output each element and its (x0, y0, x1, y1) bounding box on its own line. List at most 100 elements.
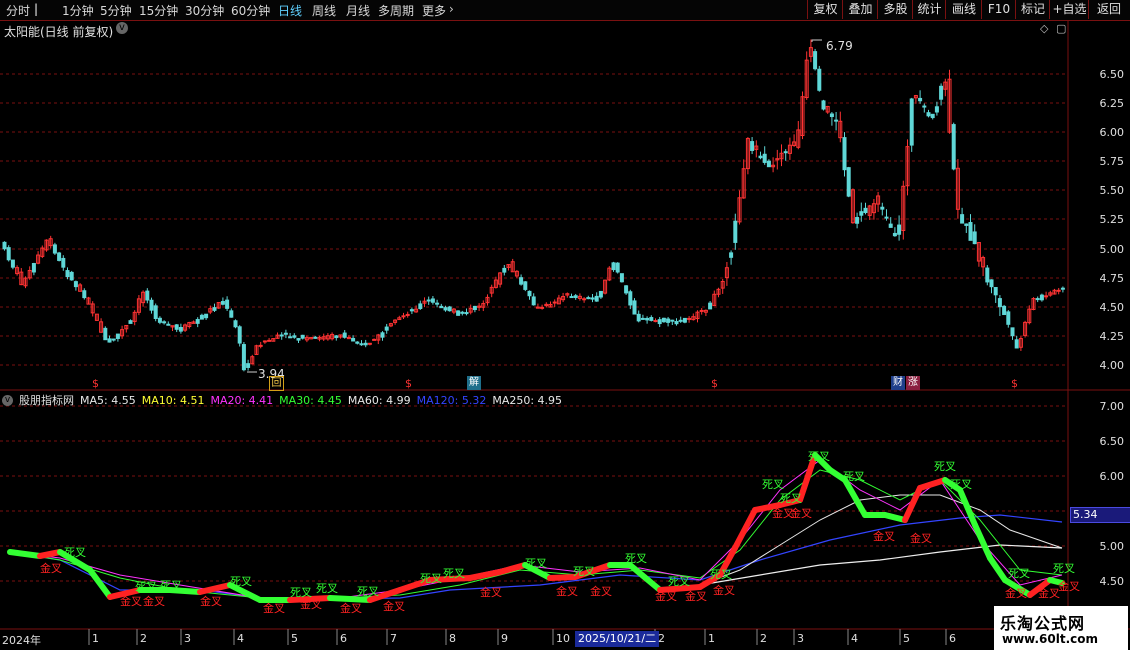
candle-body (682, 317, 687, 323)
golden-cross-label: 金叉 (200, 594, 222, 608)
candle-body (409, 309, 414, 312)
death-cross-label: 死叉 (573, 565, 595, 578)
indicator-name[interactable]: 股朋指标网 (19, 392, 74, 408)
candle-body (624, 285, 629, 294)
golden-cross-label: 金叉 (873, 529, 895, 543)
cursor-date: 2025/10/21/二 (575, 631, 660, 647)
candle-body (464, 312, 469, 315)
month-label: 5 (903, 632, 910, 645)
candle-body (708, 302, 713, 310)
candle-body (590, 297, 595, 300)
candle-body (233, 320, 238, 328)
price-tick: 5.50 (1099, 184, 1125, 197)
candle-body (283, 332, 288, 335)
death-cross-label: 死叉 (1053, 562, 1075, 575)
candle-body (204, 313, 209, 319)
dividend-marker[interactable]: $ (711, 377, 718, 390)
candle-body (195, 319, 200, 324)
price-tick: 4.00 (1099, 359, 1125, 372)
candle-body (279, 334, 284, 337)
month-label: 2 (760, 632, 767, 645)
dividend-marker[interactable]: $ (1011, 377, 1018, 390)
candle-body (859, 211, 864, 216)
candle-body (657, 319, 662, 325)
death-cross-label: 死叉 (230, 575, 252, 588)
death-cross-label: 死叉 (316, 582, 338, 595)
event-marker-cai[interactable]: 财 (891, 376, 905, 390)
candle-body (178, 326, 183, 332)
window-icon[interactable]: ▢ (1056, 22, 1066, 35)
candle-body (968, 222, 973, 241)
watermark-title: 乐淘公式网 (1000, 614, 1086, 633)
candle-body (115, 333, 120, 339)
month-label: 4 (851, 632, 858, 645)
candle-body (300, 334, 305, 339)
golden-cross-label: 金叉 (40, 561, 62, 575)
chevron-down-icon[interactable]: v (2, 394, 13, 406)
price-tick: 6.25 (1099, 97, 1125, 110)
candle-body (846, 167, 851, 197)
legend-ma250: MA250: 4.95 (492, 393, 563, 407)
candle-body (246, 363, 251, 368)
death-cross-label: 死叉 (1008, 567, 1030, 580)
candle-body (367, 342, 372, 345)
death-cross-label: 死叉 (135, 580, 157, 593)
event-marker-jie[interactable]: 解 (467, 376, 481, 390)
ma-ribbon-segment (37, 549, 63, 559)
candle-body (439, 305, 444, 309)
month-label: 6 (340, 632, 347, 645)
death-cross-label: 死叉 (420, 572, 442, 585)
candle-body (636, 313, 641, 322)
indicator-legend: v 股朋指标网 MA5: 4.55 MA10: 4.51 MA20: 4.41 … (2, 392, 562, 408)
candle-body (666, 318, 671, 323)
indicator-tick: 7.00 (1099, 400, 1125, 413)
price-tick: 5.75 (1099, 155, 1125, 168)
candle-body (267, 339, 272, 342)
dividend-marker[interactable]: $ (405, 377, 412, 390)
candle-body (430, 298, 435, 303)
ma-ribbon-segment (732, 507, 758, 551)
candle-body (107, 338, 112, 343)
candle-body (229, 310, 234, 318)
golden-cross-label: 金叉 (590, 584, 612, 598)
death-cross-label: 死叉 (625, 552, 647, 565)
year-label: 2024年 (2, 634, 41, 647)
candle-body (687, 317, 692, 320)
month-label: 3 (184, 632, 191, 645)
diamond-icon[interactable]: ◇ (1040, 22, 1048, 35)
ma-ribbon-segment (987, 555, 1008, 583)
candle-body (225, 299, 230, 309)
candle-body (292, 335, 297, 338)
candle-body (355, 341, 360, 344)
candle-body (1014, 339, 1019, 349)
dividend-marker[interactable]: $ (92, 377, 99, 390)
price-tick: 4.75 (1099, 272, 1125, 285)
candle-body (157, 317, 162, 323)
candle-body (951, 124, 956, 170)
candle-body (829, 113, 834, 118)
candle-body (405, 313, 410, 316)
chevron-down-icon[interactable]: v (116, 22, 128, 34)
candle-body (918, 97, 923, 102)
candle-body (313, 336, 318, 339)
event-marker-zhang[interactable]: 涨 (906, 376, 920, 390)
candle-body (855, 217, 860, 224)
candle-body (888, 223, 893, 228)
price-tick: 4.50 (1099, 301, 1125, 314)
candle-body (372, 338, 377, 341)
candle-body (733, 220, 738, 243)
candle-body (258, 344, 263, 347)
candle-body (934, 106, 939, 113)
candle-body (964, 223, 969, 226)
candle-body (863, 207, 868, 214)
month-label: 8 (449, 632, 456, 645)
ma-ribbon-segment (842, 477, 868, 518)
candle-body (586, 297, 591, 300)
legend-ma20: MA20: 4.41 (210, 393, 274, 407)
candle-body (897, 224, 902, 235)
kline-chart[interactable]: 金叉金叉 金叉 金叉金叉 金叉 金叉 金叉金叉 金叉 金叉 金叉 金叉 金叉金叉金叉金叉 金叉金叉 金叉… (0, 0, 1130, 650)
month-label: 1 (92, 632, 99, 645)
candle-body (619, 273, 624, 283)
event-marker-hui[interactable]: 回 (269, 376, 284, 391)
candle-body (750, 141, 755, 151)
